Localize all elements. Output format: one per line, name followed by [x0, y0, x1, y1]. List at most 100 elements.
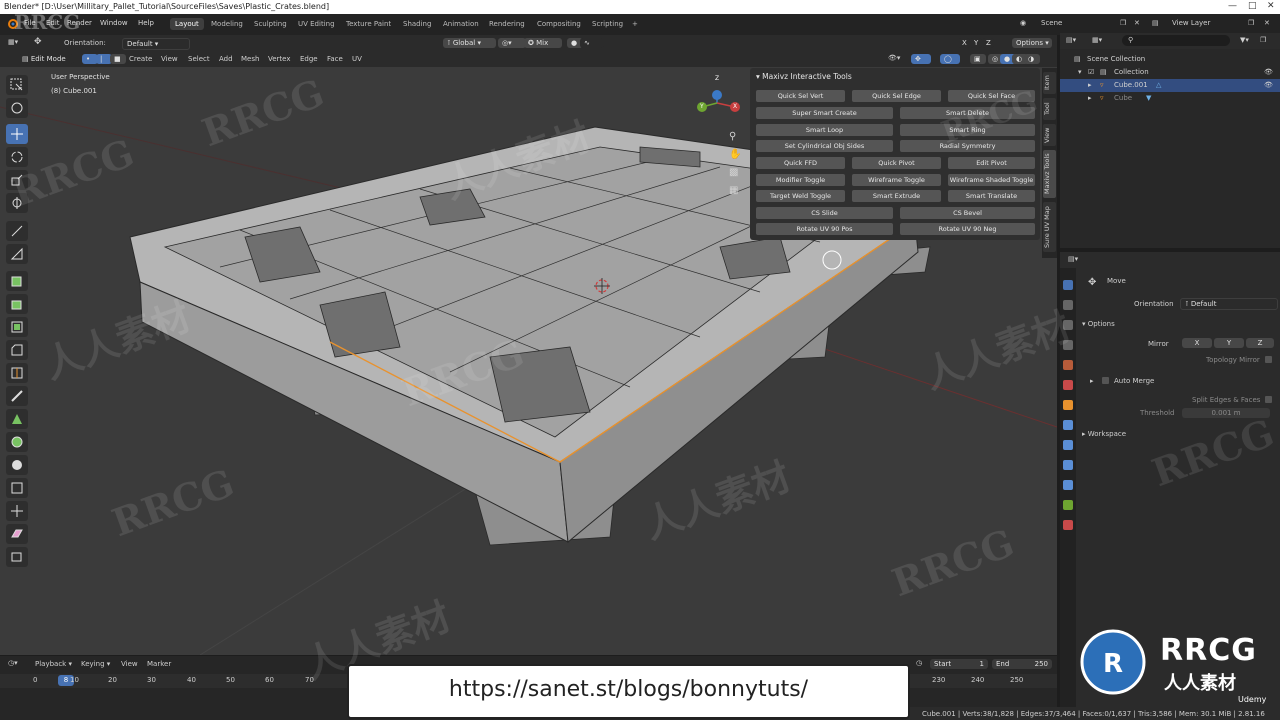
edge-slide-tool[interactable] [6, 478, 28, 498]
tab-shading[interactable]: Shading [398, 18, 436, 30]
loop-cut-tool[interactable] [6, 363, 28, 383]
tab-texture-paint[interactable]: Texture Paint [341, 18, 396, 30]
quick-ffd-button[interactable]: Quick FFD [756, 157, 845, 169]
transform-tool[interactable] [6, 193, 28, 213]
rotate-tool[interactable] [6, 147, 28, 167]
tab-rendering[interactable]: Rendering [484, 18, 530, 30]
menu-help[interactable]: Help [138, 19, 154, 27]
gizmo-x-label[interactable]: X [733, 103, 737, 110]
options-dropdown[interactable]: Options ▾ [1012, 38, 1052, 48]
super-smart-create-button[interactable]: Super Smart Create [756, 107, 893, 119]
world-props-tab[interactable] [1063, 380, 1073, 390]
tab-layout[interactable]: Layout [170, 18, 204, 30]
options-section[interactable]: ▾ Options [1082, 320, 1115, 328]
modifier-props-tab[interactable] [1063, 420, 1073, 430]
tab-modeling[interactable]: Modeling [206, 18, 248, 30]
filter-icon[interactable]: ▼▾ [1240, 36, 1249, 44]
axis-x-toggle[interactable]: X [958, 38, 970, 48]
quick-pivot-button[interactable]: Quick Pivot [852, 157, 941, 169]
shear-tool[interactable] [6, 524, 28, 544]
axis-y-toggle[interactable]: Y [970, 38, 982, 48]
smart-ring-button[interactable]: Smart Ring [900, 124, 1035, 136]
menu-marker[interactable]: Marker [147, 660, 171, 668]
constraints-props-tab[interactable] [1063, 480, 1073, 490]
material-props-tab[interactable] [1063, 520, 1073, 530]
new-collection-icon[interactable]: ❐ [1260, 36, 1266, 44]
cs-slide-button[interactable]: CS Slide [756, 207, 893, 219]
tab-sure-uv-map[interactable]: Sure UV Map [1043, 202, 1056, 252]
mode-dropdown[interactable]: ▤ Edit Mode [18, 54, 74, 64]
outliner-editor-icon[interactable]: ▤▾ [1066, 36, 1076, 44]
menu-edge[interactable]: Edge [300, 55, 318, 63]
inset-tool[interactable] [6, 317, 28, 337]
threshold-field[interactable]: 0.001 m [1182, 408, 1270, 418]
xray-toggle[interactable]: ▣ [970, 54, 986, 64]
menu-render[interactable]: Render [67, 19, 92, 27]
copy-layer-icon[interactable]: ❐ [1248, 19, 1254, 27]
tab-animation[interactable]: Animation [438, 18, 484, 30]
smart-loop-button[interactable]: Smart Loop [756, 124, 893, 136]
outliner-row-scene-collection[interactable]: ▤ Scene Collection [1060, 53, 1280, 66]
knife-tool[interactable] [6, 386, 28, 406]
move-tool[interactable] [6, 124, 28, 144]
set-cylindrical-sides-button[interactable]: Set Cylindrical Obj Sides [756, 140, 893, 152]
select-box-tool[interactable] [6, 75, 28, 95]
scene-name[interactable]: Scene [1041, 19, 1062, 27]
menu-keying[interactable]: Keying ▾ [81, 660, 110, 668]
pivot-dropdown[interactable]: ◎▾ [498, 38, 526, 48]
menu-uv[interactable]: UV [352, 55, 362, 63]
orientation-dropdown[interactable]: Default ▾ [122, 38, 190, 50]
tab-sculpting[interactable]: Sculpting [249, 18, 292, 30]
snap-dropdown[interactable]: ✪ Mix [524, 38, 562, 48]
menu-view[interactable]: View [161, 55, 178, 63]
smart-delete-button[interactable]: Smart Delete [900, 107, 1035, 119]
gizmo-z-label[interactable]: Z [715, 75, 719, 82]
panel-header[interactable]: ▾ Maxivz Interactive Tools [756, 72, 852, 81]
camera-icon[interactable]: ▩ [729, 167, 738, 178]
target-weld-toggle-button[interactable]: Target Weld Toggle [756, 190, 845, 202]
properties-editor-icon[interactable]: ▤▾ [1068, 255, 1078, 263]
visibility-icon[interactable]: 👁▾ [888, 54, 900, 62]
scale-tool[interactable] [6, 170, 28, 190]
gizmo-toggle[interactable]: ✥ [911, 54, 931, 64]
mirror-z-button[interactable]: Z [1246, 338, 1274, 348]
display-mode-icon[interactable]: ▦▾ [1092, 36, 1102, 44]
poly-build-tool[interactable] [6, 409, 28, 429]
outliner-row-collection[interactable]: ▾ ☑ ▤ Collection 👁 [1060, 66, 1280, 79]
rip-tool[interactable] [6, 547, 28, 567]
falloff-dropdown[interactable]: ∿ [580, 38, 604, 48]
menu-playback[interactable]: Playback ▾ [35, 660, 72, 668]
split-edges-checkbox[interactable] [1265, 396, 1272, 403]
orientation-dropdown[interactable]: ⊺ Default [1180, 298, 1278, 310]
measure-tool[interactable] [6, 244, 28, 264]
topology-mirror-checkbox[interactable] [1265, 356, 1272, 363]
tab-item[interactable]: Item [1043, 72, 1056, 94]
wireframe-toggle-button[interactable]: Wireframe Toggle [852, 174, 941, 186]
tab-scripting[interactable]: Scripting [587, 18, 628, 30]
remove-scene-icon[interactable]: ✕ [1134, 19, 1140, 27]
smart-translate-button[interactable]: Smart Translate [948, 190, 1035, 202]
menu-mesh[interactable]: Mesh [241, 55, 259, 63]
maximize-icon[interactable]: □ [1248, 1, 1257, 11]
auto-merge-expand[interactable]: ▸ [1090, 377, 1094, 385]
outliner-search[interactable]: ⚲ [1122, 35, 1230, 46]
quick-sel-vert-button[interactable]: Quick Sel Vert [756, 90, 845, 102]
mirror-x-button[interactable]: X [1182, 338, 1212, 348]
rotate-uv-neg-button[interactable]: Rotate UV 90 Neg [900, 223, 1035, 235]
tab-uv-editing[interactable]: UV Editing [293, 18, 340, 30]
tab-tool[interactable]: Tool [1043, 98, 1056, 120]
start-frame-field[interactable]: Start 1 [930, 659, 988, 669]
smart-extrude-button[interactable]: Smart Extrude [852, 190, 941, 202]
tab-view[interactable]: View [1043, 124, 1056, 146]
auto-merge-checkbox[interactable] [1102, 377, 1109, 384]
annotate-tool[interactable] [6, 221, 28, 241]
menu-add[interactable]: Add [219, 55, 233, 63]
menu-window[interactable]: Window [100, 19, 128, 27]
ortho-grid-icon[interactable]: ▦ [729, 185, 738, 196]
copy-scene-icon[interactable]: ❐ [1120, 19, 1126, 27]
spin-tool[interactable] [6, 432, 28, 452]
eye-icon[interactable]: 👁 [1264, 68, 1273, 76]
overlay-toggle[interactable]: ◯ [940, 54, 960, 64]
menu-timeline-view[interactable]: View [121, 660, 138, 668]
transform-orientation-dropdown[interactable]: ⊺ Global ▾ [443, 38, 496, 48]
